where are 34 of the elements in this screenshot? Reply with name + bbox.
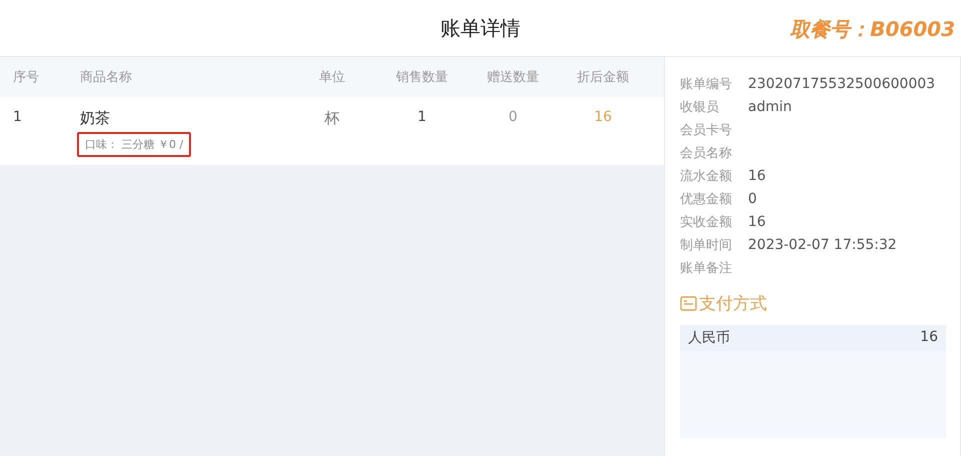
card-icon: [680, 296, 697, 311]
info-label: 账单编号: [680, 76, 733, 94]
info-label: 收银员: [680, 99, 720, 117]
page-title: 账单详情: [440, 14, 520, 42]
info-value: 0: [748, 190, 757, 209]
section-title: 支付方式: [699, 293, 767, 315]
column-header: 销售数量: [395, 69, 449, 86]
info-value: 2023-02-07 17:55:32: [748, 236, 897, 255]
info-value: 230207175532500600003: [748, 75, 936, 94]
table-cell-text: 16: [593, 109, 613, 127]
table-cell-text: 1: [12, 109, 23, 127]
info-label: 账单备注: [680, 260, 733, 278]
table-cell-text: 杯: [324, 109, 340, 129]
info-label: 会员名称: [680, 145, 733, 163]
table-cell-text: 0: [508, 109, 518, 127]
column-header: 赠送数量: [486, 69, 540, 86]
item-name: 奶茶: [80, 109, 110, 128]
info-value: 16: [748, 213, 766, 232]
info-label: 流水金额: [680, 168, 733, 186]
column-header: 折后金额: [576, 69, 630, 86]
payment-method: 人民币: [688, 329, 730, 347]
pickup-number: 取餐号：B06003: [790, 16, 955, 43]
info-label: 制单时间: [680, 237, 733, 255]
info-label: 实收金额: [680, 214, 733, 232]
table-cell-text: 1: [416, 109, 428, 127]
item-note: 口味： 三分糖 ￥0 /: [77, 132, 192, 157]
column-header: 商品名称: [79, 69, 133, 86]
info-value: 16: [748, 167, 766, 186]
info-value: admin: [748, 98, 792, 117]
info-label: 优惠金额: [680, 191, 733, 209]
payment-amount: 16: [920, 329, 938, 347]
info-label: 会员卡号: [680, 122, 733, 140]
column-header: 序号: [12, 69, 40, 86]
column-header: 单位: [318, 69, 346, 86]
